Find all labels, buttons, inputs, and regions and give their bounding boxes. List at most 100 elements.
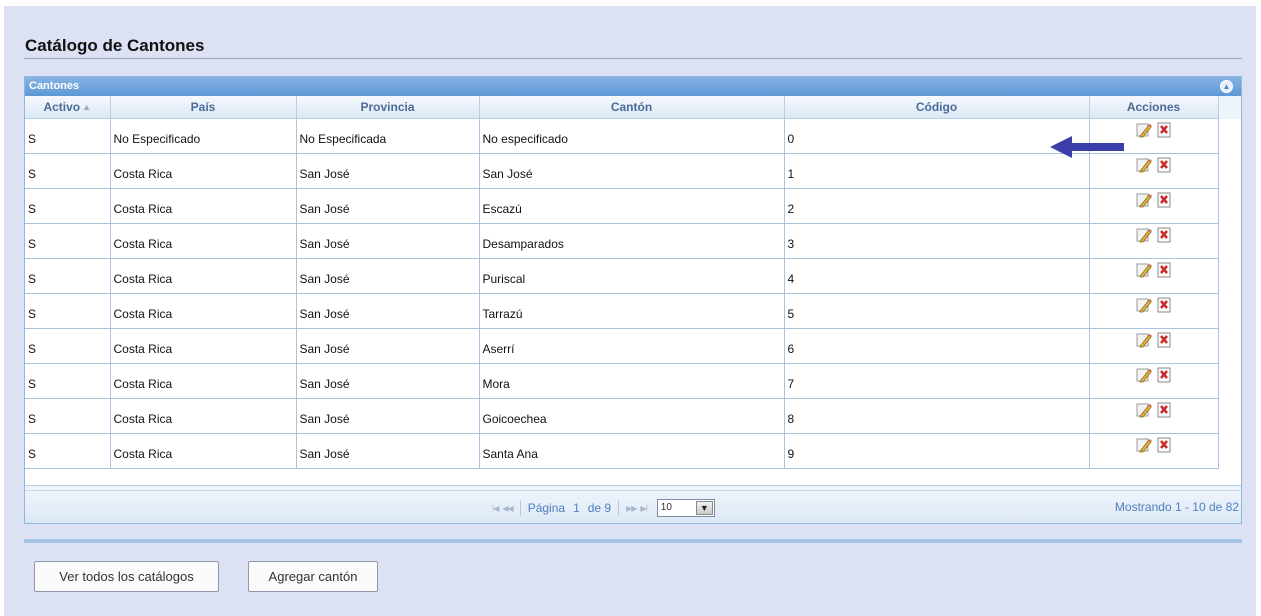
delete-icon[interactable] — [1156, 367, 1172, 383]
annotation-arrow-icon — [1050, 136, 1124, 158]
column-header-provincia[interactable]: Provincia — [296, 96, 480, 119]
column-header-codigo[interactable]: Código — [784, 96, 1090, 119]
add-canton-button[interactable]: Agregar cantón — [248, 561, 378, 592]
page-count-label: de 9 — [587, 501, 612, 515]
pager-separator — [519, 500, 521, 516]
bottom-divider — [24, 539, 1242, 543]
table-row[interactable]: S Costa Rica San José Goicoechea 8 — [25, 398, 1219, 434]
cell-pais: Costa Rica — [110, 188, 297, 224]
delete-icon[interactable] — [1156, 262, 1172, 278]
cell-provincia: San José — [296, 153, 480, 189]
cell-acciones — [1089, 398, 1219, 434]
table-row[interactable]: S Costa Rica San José Tarrazú 5 — [25, 293, 1219, 329]
cell-pais: Costa Rica — [110, 398, 297, 434]
collapse-grid-icon[interactable]: ▲ — [1220, 80, 1233, 93]
sort-icon: ▲ — [82, 101, 92, 112]
delete-icon[interactable] — [1156, 122, 1172, 138]
cell-acciones — [1089, 293, 1219, 329]
cell-canton: Santa Ana — [479, 433, 785, 469]
cell-codigo: 4 — [784, 258, 1090, 294]
table-row[interactable]: S Costa Rica San José Puriscal 4 — [25, 258, 1219, 294]
cell-canton: Escazú — [479, 188, 785, 224]
prev-page-icon[interactable]: ◀◀ — [502, 504, 513, 513]
cell-canton: Tarrazú — [479, 293, 785, 329]
cell-codigo: 3 — [784, 223, 1090, 259]
delete-icon[interactable] — [1156, 157, 1172, 173]
delete-icon[interactable] — [1156, 332, 1172, 348]
cell-pais: Costa Rica — [110, 328, 297, 364]
cell-pais: Costa Rica — [110, 223, 297, 259]
view-all-catalogs-button[interactable]: Ver todos los catálogos — [34, 561, 219, 592]
next-page-icon[interactable]: ▶▶ — [626, 504, 637, 513]
table-row[interactable]: S Costa Rica San José Desamparados 3 — [25, 223, 1219, 259]
cell-acciones — [1089, 328, 1219, 364]
cell-pais: Costa Rica — [110, 293, 297, 329]
cell-codigo: 1 — [784, 153, 1090, 189]
table-row[interactable]: S No Especificado No Especificada No especi… — [25, 118, 1219, 154]
cell-acciones — [1089, 433, 1219, 469]
cell-acciones — [1089, 223, 1219, 259]
table-row[interactable]: S Costa Rica San José Santa Ana 9 — [25, 433, 1219, 469]
edit-icon[interactable] — [1136, 157, 1152, 173]
last-page-icon[interactable]: ▶I — [640, 504, 647, 513]
cell-pais: Costa Rica — [110, 433, 297, 469]
cell-acciones — [1089, 363, 1219, 399]
page-size-select[interactable]: 10 ▼ — [656, 499, 715, 517]
cell-provincia: No Especificada — [296, 118, 480, 154]
edit-icon[interactable] — [1136, 367, 1152, 383]
grid-caption-label: Cantones — [29, 80, 80, 92]
cell-codigo: 7 — [784, 363, 1090, 399]
cell-activo: S — [25, 153, 111, 189]
cell-activo: S — [25, 188, 111, 224]
title-divider — [24, 58, 1242, 59]
delete-icon[interactable] — [1156, 437, 1172, 453]
cell-codigo: 2 — [784, 188, 1090, 224]
first-page-icon[interactable]: I◀ — [492, 504, 499, 513]
grid-caption: Cantones ▲ — [25, 77, 1241, 96]
edit-icon[interactable] — [1136, 192, 1152, 208]
cell-activo: S — [25, 328, 111, 364]
cell-pais: Costa Rica — [110, 258, 297, 294]
cell-canton: Goicoechea — [479, 398, 785, 434]
cell-provincia: San José — [296, 398, 480, 434]
edit-icon[interactable] — [1136, 297, 1152, 313]
cell-activo: S — [25, 398, 111, 434]
column-header-canton[interactable]: Cantón — [479, 96, 785, 119]
edit-icon[interactable] — [1136, 227, 1152, 243]
page-label: Página — [527, 501, 566, 515]
current-page-input[interactable]: 1 — [569, 501, 584, 515]
edit-icon[interactable] — [1136, 122, 1152, 138]
column-header-pais[interactable]: País — [110, 96, 297, 119]
table-row[interactable]: S Costa Rica San José San José 1 — [25, 153, 1219, 189]
cell-pais: Costa Rica — [110, 153, 297, 189]
cell-activo: S — [25, 363, 111, 399]
delete-icon[interactable] — [1156, 402, 1172, 418]
cell-codigo: 5 — [784, 293, 1090, 329]
cell-provincia: San José — [296, 188, 480, 224]
cell-provincia: San José — [296, 433, 480, 469]
delete-icon[interactable] — [1156, 192, 1172, 208]
page-size-value: 10 — [660, 502, 672, 513]
pager-separator — [618, 500, 620, 516]
column-header-activo[interactable]: Activo ▲ — [25, 96, 111, 119]
cell-activo: S — [25, 223, 111, 259]
edit-icon[interactable] — [1136, 402, 1152, 418]
cell-activo: S — [25, 433, 111, 469]
cell-acciones — [1089, 258, 1219, 294]
cell-pais: No Especificado — [110, 118, 297, 154]
page-background: Catálogo de Cantones Cantones ▲ Activo ▲ … — [4, 6, 1256, 616]
edit-icon[interactable] — [1136, 262, 1152, 278]
cell-provincia: San José — [296, 328, 480, 364]
delete-icon[interactable] — [1156, 227, 1172, 243]
cell-provincia: San José — [296, 363, 480, 399]
edit-icon[interactable] — [1136, 437, 1152, 453]
cell-acciones — [1089, 153, 1219, 189]
cell-codigo: 6 — [784, 328, 1090, 364]
cell-canton: Desamparados — [479, 223, 785, 259]
table-row[interactable]: S Costa Rica San José Aserrí 6 — [25, 328, 1219, 364]
edit-icon[interactable] — [1136, 332, 1152, 348]
table-row[interactable]: S Costa Rica San José Escazú 2 — [25, 188, 1219, 224]
delete-icon[interactable] — [1156, 297, 1172, 313]
cell-pais: Costa Rica — [110, 363, 297, 399]
table-row[interactable]: S Costa Rica San José Mora 7 — [25, 363, 1219, 399]
